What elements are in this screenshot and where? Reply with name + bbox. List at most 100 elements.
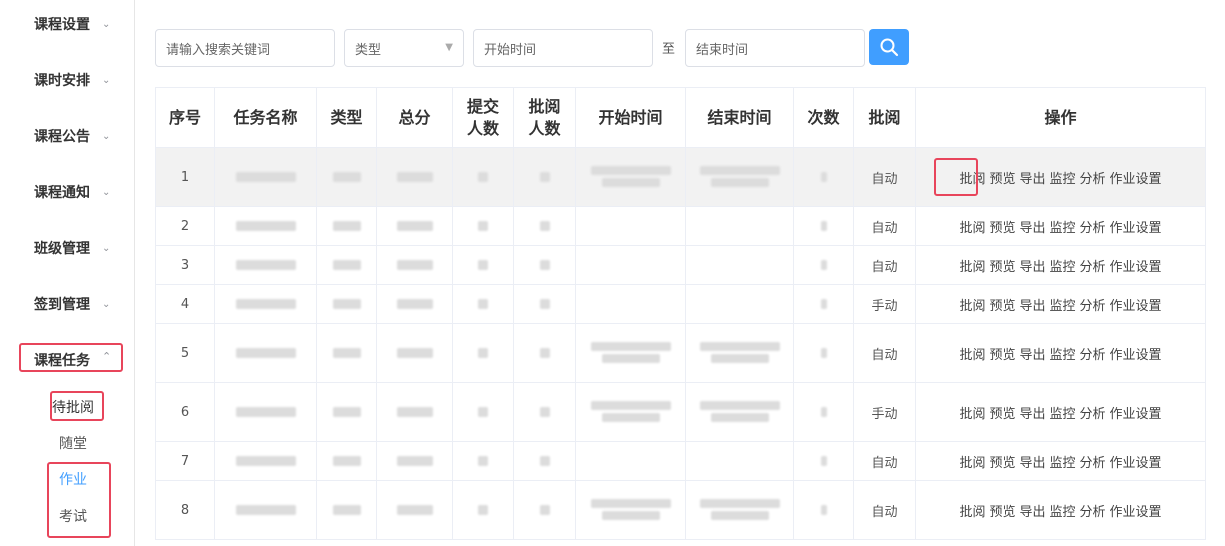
action-link[interactable]: 分析 [1080,407,1106,422]
action-link[interactable]: 批阅 [959,299,985,314]
menu-notice[interactable]: 课程通知 ⌄ [0,177,135,207]
cell-review-mode: 自动 [853,147,916,207]
cell-task-name[interactable] [214,323,317,383]
redacted-content [710,178,769,187]
action-link[interactable]: 批阅 [959,456,985,471]
action-link[interactable]: 导出 [1019,221,1045,236]
action-link[interactable]: 监控 [1050,260,1076,275]
cell-no: 1 [155,147,215,207]
redacted-content [235,456,296,466]
action-link[interactable]: 批阅 [959,260,985,275]
end-time-input[interactable]: 结束时间 [685,29,865,67]
cell-task-name[interactable] [214,382,317,442]
cell-attempts [793,284,854,324]
search-button[interactable] [869,29,909,65]
action-link[interactable]: 分析 [1080,348,1106,363]
redacted-content [396,172,433,182]
action-link[interactable]: 作业设置 [1110,407,1162,422]
action-link[interactable]: 批阅 [959,407,985,422]
action-link[interactable]: 分析 [1080,260,1106,275]
redacted-content [539,348,550,358]
action-link[interactable]: 作业设置 [1110,299,1162,314]
redacted-content [820,221,827,231]
redacted-content [396,260,433,270]
action-link[interactable]: 监控 [1050,407,1076,422]
menu-class-management[interactable]: 班级管理 ⌄ [0,233,135,263]
action-link[interactable]: 监控 [1050,456,1076,471]
menu-label: 课程设置 [34,17,90,33]
cell-reviewed [513,284,576,324]
action-link[interactable]: 预览 [989,348,1015,363]
cell-task-name[interactable] [214,147,317,207]
menu-schedule[interactable]: 课时安排 ⌄ [0,65,135,95]
action-link[interactable]: 监控 [1050,221,1076,236]
action-link[interactable]: 导出 [1019,348,1045,363]
action-link[interactable]: 监控 [1050,172,1076,187]
redacted-content [396,221,433,231]
cell-start-time [575,480,686,540]
action-link[interactable]: 导出 [1019,172,1045,187]
action-link[interactable]: 批阅 [959,348,985,363]
action-link[interactable]: 作业设置 [1110,172,1162,187]
action-link[interactable]: 作业设置 [1110,505,1162,520]
action-link[interactable]: 预览 [989,299,1015,314]
cell-task-name[interactable] [214,206,317,246]
cell-task-name[interactable] [214,245,317,285]
action-link[interactable]: 预览 [989,407,1015,422]
cell-reviewed [513,441,576,481]
cell-review-mode: 自动 [853,441,916,481]
action-link[interactable]: 预览 [989,456,1015,471]
action-link[interactable]: 分析 [1080,456,1106,471]
type-select[interactable]: 类型 ▼ [344,29,464,67]
table-row: 8 自动 批阅 预览 导出 监控 分析 作业设置 [155,480,1206,540]
cell-start-time [575,245,686,285]
cell-review-mode: 自动 [853,480,916,540]
range-separator: 至 [662,42,676,57]
cell-total-score [376,480,453,540]
action-link[interactable]: 导出 [1019,260,1045,275]
cell-total-score [376,284,453,324]
action-link[interactable]: 预览 [989,505,1015,520]
action-link[interactable]: 分析 [1080,299,1106,314]
action-link[interactable]: 批阅 [959,505,985,520]
action-link[interactable]: 导出 [1019,456,1045,471]
menu-course-settings[interactable]: 课程设置 ⌄ [0,9,135,39]
action-link[interactable]: 作业设置 [1110,221,1162,236]
action-link[interactable]: 批阅 [959,221,985,236]
action-link[interactable]: 作业设置 [1110,348,1162,363]
action-link[interactable]: 作业设置 [1110,456,1162,471]
search-input[interactable]: 请输入搜索关键词 [155,29,335,67]
action-link[interactable]: 预览 [989,260,1015,275]
cell-task-name[interactable] [214,480,317,540]
menu-checkin[interactable]: 签到管理 ⌄ [0,289,135,319]
action-link[interactable]: 导出 [1019,299,1045,314]
redacted-content [332,505,361,515]
cell-end-time [685,323,794,383]
cell-task-name[interactable] [214,441,317,481]
action-link[interactable]: 作业设置 [1110,260,1162,275]
redacted-content [478,221,488,231]
highlight-box [47,462,111,538]
action-link[interactable]: 分析 [1080,505,1106,520]
cell-end-time [685,245,794,285]
action-link[interactable]: 预览 [989,221,1015,236]
redacted-content [590,401,671,410]
action-link[interactable]: 分析 [1080,172,1106,187]
start-time-input[interactable]: 开始时间 [473,29,653,67]
cell-task-name[interactable] [214,284,317,324]
redacted-content [539,172,550,182]
cell-review-mode: 手动 [853,382,916,442]
action-link[interactable]: 预览 [989,172,1015,187]
search-icon [880,38,899,57]
cell-total-score [376,382,453,442]
action-link[interactable]: 导出 [1019,505,1045,520]
menu-label: 课程通知 [34,185,90,201]
action-link[interactable]: 监控 [1050,348,1076,363]
action-link[interactable]: 监控 [1050,505,1076,520]
action-link[interactable]: 分析 [1080,221,1106,236]
action-link[interactable]: 导出 [1019,407,1045,422]
redacted-content [539,260,550,270]
menu-announcement[interactable]: 课程公告 ⌄ [0,121,135,151]
action-link[interactable]: 监控 [1050,299,1076,314]
cell-review-mode: 手动 [853,284,916,324]
